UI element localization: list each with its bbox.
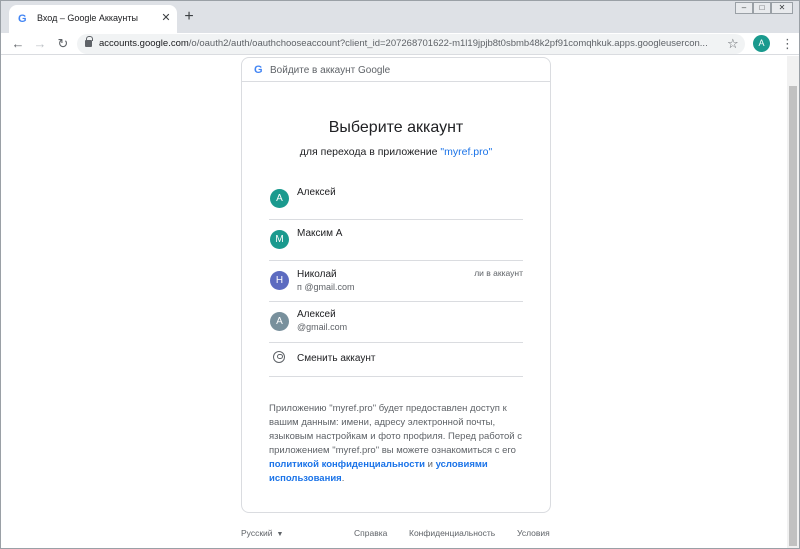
caret-down-icon: ▼ — [276, 531, 284, 538]
account-email: п @gmail.com — [297, 282, 355, 292]
privacy-policy-link[interactable]: политикой конфиденциальности — [269, 459, 425, 470]
card-header-text: Войдите в аккаунт Google — [270, 65, 391, 76]
account-status: ли в аккаунт — [474, 268, 523, 278]
account-name: Максим А — [297, 228, 343, 239]
google-logo-icon: G — [254, 64, 263, 76]
switch-account-label: Сменить аккаунт — [297, 353, 376, 364]
language-selector[interactable]: Русский ▼ — [241, 528, 283, 538]
account-name: Алексей — [297, 309, 336, 320]
card-header: G Войдите в аккаунт Google — [242, 58, 550, 82]
avatar: А — [270, 312, 289, 331]
url-text[interactable]: accounts.google.com/o/oauth2/auth/oauthc… — [99, 38, 709, 49]
minimize-button[interactable]: – — [735, 2, 753, 14]
account-name: Николай — [297, 269, 337, 280]
account-email: @gmail.com — [297, 322, 348, 332]
avatar: М — [270, 230, 289, 249]
account-item[interactable]: А Алексей — [269, 178, 523, 220]
bookmark-star-icon[interactable]: ☆ — [727, 36, 739, 52]
account-circle-icon — [273, 351, 285, 363]
maximize-button[interactable]: □ — [753, 2, 771, 14]
page-subtitle: для перехода в приложение "myref.pro" — [299, 146, 493, 158]
account-item[interactable]: А Алексей @gmail.com — [269, 301, 523, 343]
page-footer: Русский ▼ Справка Конфиденциальность Усло… — [1, 528, 787, 542]
forward-arrow-icon[interactable]: → — [32, 36, 48, 52]
help-link[interactable]: Справка — [354, 528, 387, 538]
account-name: Алексей — [297, 187, 336, 198]
terms-footer-link[interactable]: Условия — [517, 528, 550, 538]
privacy-link[interactable]: Конфиденциальность — [409, 528, 495, 538]
tab-title: Вход – Google Аккаунты — [37, 13, 138, 23]
app-name: "myref.pro" — [440, 146, 493, 158]
tab-close-icon[interactable]: ✕ — [159, 11, 173, 25]
reload-icon[interactable]: ↻ — [55, 36, 71, 52]
avatar: Н — [270, 271, 289, 290]
account-chooser-card: G Войдите в аккаунт Google Выберите акка… — [241, 57, 551, 513]
address-bar[interactable]: accounts.google.com/o/oauth2/auth/oauthc… — [77, 34, 745, 54]
page-title: Выберите аккаунт — [328, 119, 464, 136]
scrollbar-thumb[interactable] — [789, 86, 797, 546]
profile-avatar[interactable]: A — [753, 35, 770, 52]
avatar: А — [270, 189, 289, 208]
browser-window: G Вход – Google Аккаунты ✕ + – □ ✕ ← → ↻… — [0, 0, 800, 549]
account-item[interactable]: М Максим А — [269, 219, 523, 261]
window-close-button[interactable]: ✕ — [771, 2, 793, 14]
back-arrow-icon[interactable]: ← — [10, 36, 26, 52]
browser-toolbar: ← → ↻ accounts.google.com/o/oauth2/auth/… — [1, 33, 799, 55]
title-bar: G Вход – Google Аккаунты ✕ + – □ ✕ — [1, 1, 799, 33]
google-favicon-icon: G — [18, 13, 27, 25]
lock-icon[interactable] — [85, 36, 93, 47]
page-scrollbar[interactable] — [787, 56, 799, 548]
browser-tab[interactable]: G Вход – Google Аккаунты ✕ — [9, 5, 177, 33]
browser-menu-icon[interactable]: ⋮ — [781, 36, 794, 52]
consent-text: Приложению "myref.pro" будет предоставле… — [269, 403, 523, 484]
account-item[interactable]: Н Николай п @gmail.com ли в аккаунт — [269, 260, 523, 302]
switch-account-button[interactable]: Сменить аккаунт — [269, 343, 523, 377]
new-tab-icon[interactable]: + — [181, 9, 197, 25]
